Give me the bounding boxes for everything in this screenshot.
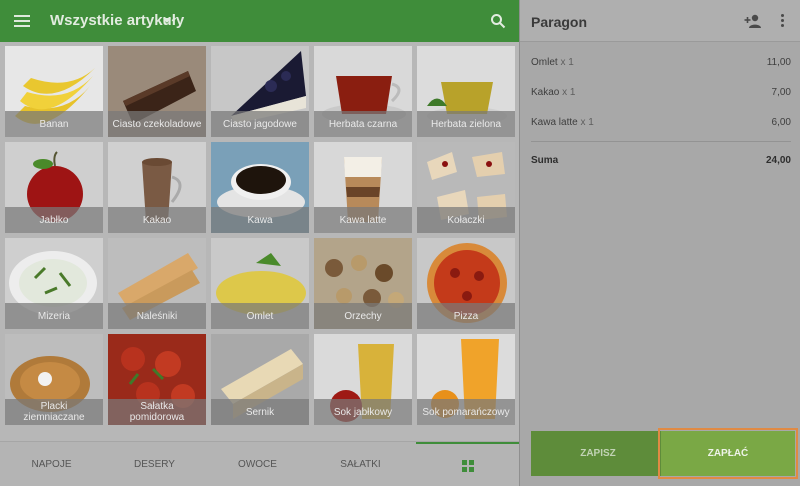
receipt-line[interactable]: Kawa latte x 1 6,00 <box>531 117 791 133</box>
products-panel: Wszystkie artykuły Banan Ciasto czekolado… <box>0 0 519 486</box>
product-tile-apple[interactable]: Jabłko <box>5 142 103 233</box>
product-tile-apple-juice[interactable]: Sok jabłkowy <box>314 334 412 425</box>
receipt-line[interactable]: Kakao x 1 7,00 <box>531 87 791 103</box>
product-tile-tomato-salad[interactable]: Sałatka pomidorowa <box>108 334 206 425</box>
receipt-line-qty: x 1 <box>560 57 574 68</box>
grid-icon <box>461 459 474 472</box>
receipt-panel: Paragon Omlet x 1 11,00 Kakao x 1 7,00 K… <box>519 0 800 486</box>
product-label: Placki ziemniaczane <box>5 399 103 425</box>
product-tile-pancakes[interactable]: Naleśniki <box>108 238 206 329</box>
product-tile-black-tea[interactable]: Herbata czarna <box>314 46 412 137</box>
product-label: Herbata zielona <box>417 111 515 137</box>
receipt-line-price: 7,00 <box>771 87 791 98</box>
search-icon[interactable] <box>490 13 506 29</box>
product-label: Mizeria <box>5 303 103 329</box>
receipt-line-name: Kakao <box>531 87 560 98</box>
caret-down-icon[interactable] <box>163 18 171 23</box>
product-tile-cheesecake[interactable]: Sernik <box>211 334 309 425</box>
product-label: Banan <box>5 111 103 137</box>
receipt-line-qty: x 1 <box>580 117 594 128</box>
tab-napoje[interactable]: NAPOJE <box>0 442 103 486</box>
product-label: Omlet <box>211 303 309 329</box>
product-label: Sałatka pomidorowa <box>108 399 206 425</box>
receipt-divider <box>531 141 791 142</box>
receipt-line-price: 6,00 <box>771 117 791 128</box>
product-tile-cocoa[interactable]: Kakao <box>108 142 206 233</box>
receipt-line-price: 11,00 <box>766 57 791 68</box>
top-app-bar: Wszystkie artykuły <box>0 0 519 42</box>
product-label: Kakao <box>108 207 206 233</box>
product-tile-omelette[interactable]: Omlet <box>211 238 309 329</box>
tab-salatki[interactable]: SAŁATKI <box>309 442 412 486</box>
add-person-icon[interactable] <box>744 13 762 29</box>
total-label: Suma <box>531 155 559 166</box>
receipt-total: Suma 24,00 <box>531 155 791 166</box>
product-tile-chocolate-cake[interactable]: Ciasto czekoladowe <box>108 46 206 137</box>
more-vert-icon[interactable] <box>781 14 785 28</box>
product-label: Kawa latte <box>314 207 412 233</box>
total-value: 24,00 <box>765 155 791 166</box>
tab-desery[interactable]: DESERY <box>103 442 206 486</box>
save-button[interactable]: ZAPISZ <box>531 431 665 476</box>
product-tile-blueberry-cake[interactable]: Ciasto jagodowe <box>211 46 309 137</box>
product-tile-banana[interactable]: Banan <box>5 46 103 137</box>
tab-all-items[interactable] <box>416 442 519 486</box>
product-label: Ciasto czekoladowe <box>108 111 206 137</box>
product-tile-orange-juice[interactable]: Sok pomarańczowy <box>417 334 515 425</box>
product-tile-mizeria[interactable]: Mizeria <box>5 238 103 329</box>
receipt-line[interactable]: Omlet x 1 11,00 <box>531 57 791 73</box>
product-label: Sok jabłkowy <box>314 399 412 425</box>
product-label: Sernik <box>211 399 309 425</box>
product-label: Kołaczki <box>417 207 515 233</box>
receipt-title: Paragon <box>531 14 588 30</box>
product-label: Sok pomarańczowy <box>417 399 515 425</box>
product-tile-kolaczki[interactable]: Kołaczki <box>417 142 515 233</box>
product-label: Kawa <box>211 207 309 233</box>
product-label: Naleśniki <box>108 303 206 329</box>
tab-owoce[interactable]: OWOCE <box>206 442 309 486</box>
product-tile-pizza[interactable]: Pizza <box>417 238 515 329</box>
receipt-line-name: Omlet <box>531 57 558 68</box>
receipt-line-qty: x 1 <box>562 87 576 98</box>
product-label: Jabłko <box>5 207 103 233</box>
product-grid: Banan Ciasto czekoladowe Ciasto jagodowe He… <box>5 46 515 426</box>
product-label: Pizza <box>417 303 515 329</box>
pay-button[interactable]: ZAPŁAĆ <box>658 428 798 479</box>
product-tile-nuts[interactable]: Orzechy <box>314 238 412 329</box>
product-tile-potato-pancakes[interactable]: Placki ziemniaczane <box>5 334 103 425</box>
product-label: Herbata czarna <box>314 111 412 137</box>
product-label: Ciasto jagodowe <box>211 111 309 137</box>
hamburger-menu-icon[interactable] <box>12 13 32 29</box>
product-tile-latte[interactable]: Kawa latte <box>314 142 412 233</box>
product-tile-coffee[interactable]: Kawa <box>211 142 309 233</box>
receipt-line-name: Kawa latte <box>531 117 578 128</box>
product-label: Orzechy <box>314 303 412 329</box>
receipt-header: Paragon <box>520 0 800 42</box>
product-tile-green-tea[interactable]: Herbata zielona <box>417 46 515 137</box>
category-tabs: NAPOJE DESERY OWOCE SAŁATKI <box>0 441 519 486</box>
